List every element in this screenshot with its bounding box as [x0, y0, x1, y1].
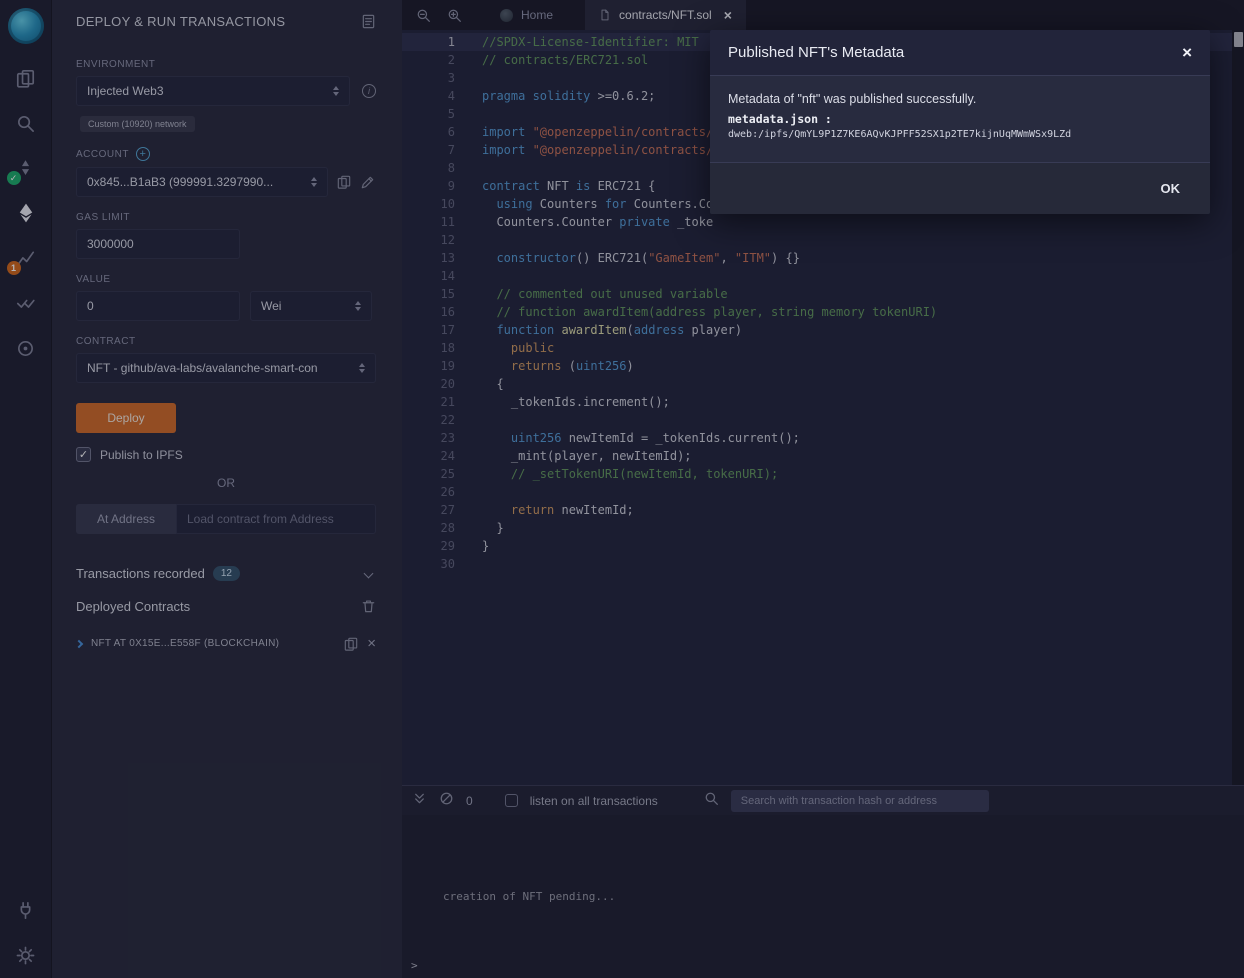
modal-close-icon[interactable]: × — [1182, 44, 1192, 61]
modal-title: Published NFT's Metadata — [728, 44, 904, 61]
remix-ide: ✓ 1 DEPLOY & RUN TRANSACTIONS — [0, 0, 1244, 978]
published-metadata-modal: Published NFT's Metadata × Metadata of "… — [710, 30, 1210, 214]
metadata-file-label: metadata.json : — [728, 112, 1192, 126]
ok-button[interactable]: OK — [1157, 175, 1185, 202]
ipfs-url: dweb:/ipfs/QmYL9P1Z7KE6AQvKJPFF52SX1p2TE… — [728, 129, 1192, 140]
modal-message: Metadata of "nft" was published successf… — [728, 92, 1192, 106]
